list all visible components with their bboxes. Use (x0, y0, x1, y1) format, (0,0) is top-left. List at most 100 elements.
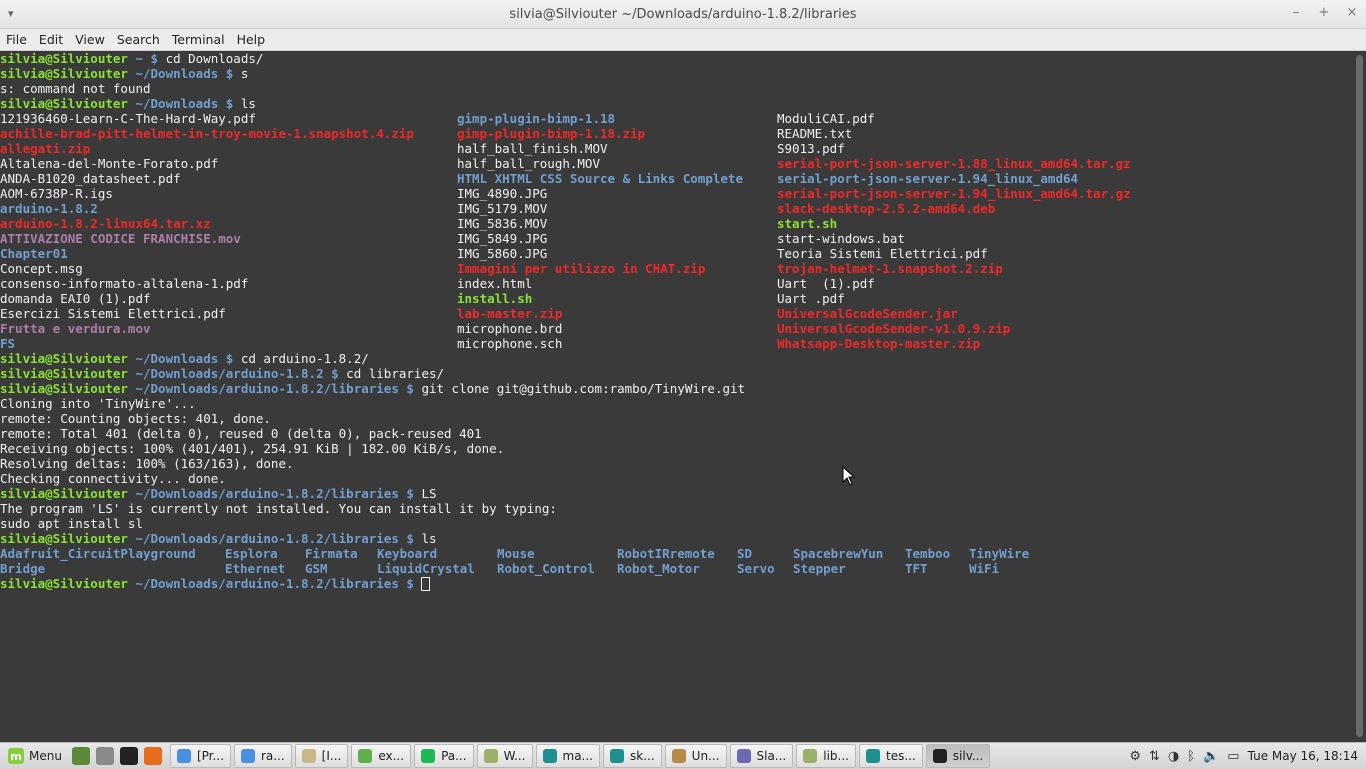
taskbar-item-label: ex... (378, 749, 405, 763)
prompt-user: silvia@Silviouter (0, 576, 128, 591)
document-icon (671, 749, 686, 763)
terminal-line: ATTIVAZIONE CODICE FRANCHISE.mov IMG_5849… (0, 231, 1352, 246)
taskbar-item[interactable]: W... (476, 744, 533, 768)
terminal-line: Resolving deltas: 100% (163/163), done. (0, 456, 1352, 471)
taskbar-item[interactable]: [Pr... (169, 744, 231, 768)
app-icon (358, 749, 373, 763)
taskbar-item[interactable]: Un... (664, 744, 727, 768)
terminal-line: 121936460-Learn-C-The-Hard-Way.pdf gimp-p… (0, 111, 1352, 126)
file-entry: install.sh (457, 291, 533, 306)
volume-icon[interactable]: 🔈 (1203, 749, 1219, 764)
prompt-command: cd libraries/ (338, 366, 445, 381)
file-entry: IMG_5849.JPG (457, 231, 548, 246)
text-cursor[interactable] (421, 577, 431, 591)
menu-file[interactable]: File (0, 32, 33, 47)
minimize-button[interactable]: – (1290, 5, 1302, 20)
file-entry: IMG_5860.JPG (457, 246, 548, 261)
close-button[interactable]: × (1346, 5, 1358, 20)
folder-icon (301, 749, 316, 763)
taskbar-item[interactable]: silv... (925, 744, 991, 768)
file-entry: Uart (1).pdf (777, 276, 875, 291)
files-icon[interactable] (95, 747, 114, 765)
terminal-line: silvia@Silviouter ~/Downloads/arduino-1.… (0, 366, 1352, 381)
taskbar-item[interactable]: ma... (535, 744, 600, 768)
menu-label: Menu (29, 749, 62, 763)
settings-icon[interactable]: ⚙ (1129, 749, 1141, 764)
bluetooth-icon[interactable]: ᛒ (1187, 749, 1195, 764)
show-desktop-icon[interactable] (71, 747, 90, 765)
firefox-icon[interactable] (143, 747, 162, 765)
taskbar-item-label: Un... (691, 749, 720, 763)
terminal-line: silvia@Silviouter ~/Downloads $ ls (0, 96, 1352, 111)
taskbar-item[interactable]: Pa... (414, 744, 474, 768)
menu-search[interactable]: Search (111, 32, 166, 47)
library-entry: Robot_Control (497, 561, 595, 576)
file-entry: half_ball_rough.MOV (457, 156, 600, 171)
chrome-icon (176, 749, 191, 763)
scrollbar[interactable] (1352, 51, 1366, 741)
taskbar-item-label: sk... (630, 749, 655, 763)
terminal-line: silvia@Silviouter ~/Downloads $ cd ardui… (0, 351, 1352, 366)
battery-icon[interactable]: ▭ (1227, 749, 1239, 764)
menu-edit[interactable]: Edit (33, 32, 69, 47)
terminal-icon (932, 749, 947, 763)
network-icon[interactable]: ⇅ (1149, 749, 1160, 764)
file-entry: Frutta e verdura.mov (0, 321, 151, 336)
terminal-line: arduino-1.8.2-linux64.tar.xz IMG_5836.MOV… (0, 216, 1352, 231)
update-icon[interactable]: ◑ (1168, 749, 1179, 764)
maximize-button[interactable]: + (1318, 5, 1330, 20)
taskbar-item[interactable]: [I... (294, 744, 349, 768)
library-entry: Stepper (793, 561, 846, 576)
file-entry: microphone.sch (457, 336, 563, 351)
terminal-line: FS microphone.sch Whatsapp-Desktop-master.… (0, 336, 1352, 351)
window-menu-icon[interactable]: ▾ (8, 7, 14, 20)
taskbar-item[interactable]: Sla... (729, 744, 794, 768)
window-titlebar[interactable]: ▾ silvia@Silviouter ~/Downloads/arduino-… (0, 0, 1366, 29)
menu-help[interactable]: Help (231, 32, 272, 47)
file-entry: Uart .pdf (777, 291, 845, 306)
prompt-user: silvia@Silviouter (0, 531, 128, 546)
terminal-output[interactable]: silvia@Silviouter ~ $ cd Downloads/silvi… (0, 51, 1352, 741)
library-entry: LiquidCrystal (377, 561, 475, 576)
terminal-icon[interactable] (119, 747, 138, 765)
output-text: remote: Total 401 (delta 0), reused 0 (d… (0, 426, 482, 441)
chrome-icon (240, 749, 255, 763)
arduino-icon (542, 749, 557, 763)
file-entry: serial-port-json-server-1.94_linux_amd64 (777, 171, 1079, 186)
prompt-command: ls (413, 531, 437, 546)
terminal-line: ANDA-B1020_datasheet.pdf HTML XHTML CSS S… (0, 171, 1352, 186)
taskbar-item[interactable]: sk... (603, 744, 662, 768)
scrollbar-thumb[interactable] (1356, 55, 1363, 737)
prompt-command (414, 576, 422, 591)
file-entry: trojan-helmet-1.snapshot.2.zip (777, 261, 1003, 276)
menu-terminal[interactable]: Terminal (166, 32, 231, 47)
taskbar-item[interactable]: lib... (796, 744, 856, 768)
start-menu-button[interactable]: m Menu (0, 748, 68, 764)
file-entry: 121936460-Learn-C-The-Hard-Way.pdf (0, 111, 256, 126)
taskbar-item-label: ma... (562, 749, 594, 763)
file-entry: UniversalGcodeSender-v1.0.9.zip (777, 321, 1011, 336)
taskbar-item-label: [I... (321, 749, 342, 763)
arduino-icon (610, 749, 624, 763)
taskbar-item-label: W... (503, 749, 526, 763)
taskbar-item[interactable]: ra... (233, 744, 292, 768)
terminal-line: Esercizi Sistemi Elettrici.pdf lab-master… (0, 306, 1352, 321)
output-text: s: command not found (0, 81, 151, 96)
library-entry: RobotIRremote (617, 546, 715, 561)
prompt-path: ~/Downloads $ (127, 351, 234, 366)
taskbar-item[interactable]: tes... (858, 744, 923, 768)
taskbar-item[interactable]: ex... (351, 744, 412, 768)
terminal-line: Cloning into 'TinyWire'... (0, 396, 1352, 411)
file-entry: lab-master.zip (457, 306, 563, 321)
file-entry: Teoria Sistemi Elettrici.pdf (777, 246, 988, 261)
prompt-user: silvia@Silviouter (0, 51, 128, 66)
clock[interactable]: Tue May 16, 18:14 (1248, 749, 1358, 763)
prompt-command: s (233, 66, 249, 81)
library-entry: Servo (737, 561, 775, 576)
taskbar: m Menu [Pr... ra... [I... ex... Pa... W... ma.… (0, 742, 1366, 769)
menu-view[interactable]: View (69, 32, 111, 47)
file-entry: IMG_5836.MOV (457, 216, 548, 231)
file-entry: gimp-plugin-bimp-1.18.zip (457, 126, 646, 141)
taskbar-item-label: Pa... (441, 749, 467, 763)
terminal-line: arduino-1.8.2 IMG_5179.MOV slack-desktop-2… (0, 201, 1352, 216)
